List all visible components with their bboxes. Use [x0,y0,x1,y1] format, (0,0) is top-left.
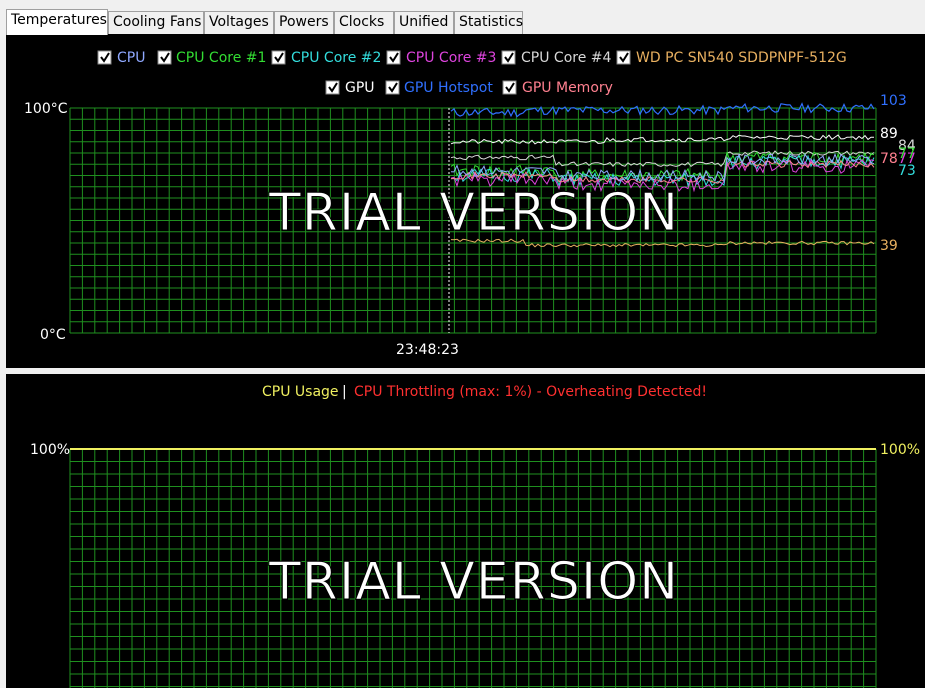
end-value-ssd: 39 [880,238,898,254]
series-gpu [450,134,875,145]
legend-item-gpu-hotspot[interactable]: GPU Hotspot [385,80,493,96]
legend-item-cpu-core-2[interactable]: CPU Core #2 [271,50,381,66]
legend-label-gpu-hotspot: GPU Hotspot [404,80,493,96]
legend-label-cpu-core-4: CPU Core #4 [521,50,611,66]
legend-separator: | [342,384,347,400]
trial-watermark: TRIAL VERSION [268,183,679,243]
trial-watermark: TRIAL VERSION [268,552,679,612]
legend-item-cpu-core-1[interactable]: CPU Core #1 [157,50,266,66]
tab-statistics[interactable]: Statistics [454,11,523,34]
legend-cpu-usage: CPU Usage [262,384,339,400]
legend-label-cpu-core-3: CPU Core #3 [406,50,496,66]
legend-item-cpu[interactable]: CPU [97,50,145,66]
legend-label-cpu-core-1: CPU Core #1 [176,50,266,66]
y-axis-min-label: 0°C [40,327,66,343]
legend-label-cpu: CPU [117,50,145,66]
tab-content: CPU CPU Core #1 CPU Core #2 CPU Core #3 [6,34,925,688]
temperature-chart-panel: CPU CPU Core #1 CPU Core #2 CPU Core #3 [6,34,925,368]
end-value-cpu-core-2: 73 [898,163,916,179]
tab-voltages[interactable]: Voltages [204,11,274,34]
tab-unified[interactable]: Unified [394,11,454,34]
end-value-gpu-memory: 78 [880,151,898,167]
tab-powers[interactable]: Powers [274,11,334,34]
end-value-gpu-hotspot: 103 [880,93,907,109]
legend-label-gpu: GPU [345,80,375,96]
usage-right-max-label: 100% [880,442,920,458]
usage-chart-panel: CPU Usage | CPU Throttling (max: 1%) - O… [6,374,925,688]
legend-cpu-throttling: CPU Throttling (max: 1%) - Overheating D… [354,384,707,400]
end-value-gpu: 89 [880,126,898,142]
temperature-chart: CPU CPU Core #1 CPU Core #2 CPU Core #3 [24,50,916,358]
legend-item-ssd[interactable]: WD PC SN540 SDDPNPF-512G [616,50,847,66]
tab-clocks[interactable]: Clocks [334,11,394,34]
end-value-cpu-core-1: 77 [898,146,916,162]
legend-item-cpu-core-4[interactable]: CPU Core #4 [501,50,611,66]
legend-item-cpu-core-3[interactable]: CPU Core #3 [386,50,496,66]
tab-cooling-fans[interactable]: Cooling Fans [108,11,204,34]
usage-y-max-label: 100% [30,442,70,458]
y-axis-max-label: 100°C [24,101,68,117]
legend-item-gpu[interactable]: GPU [325,80,375,96]
tab-bar: Temperatures Cooling Fans Voltages Power… [0,0,925,35]
legend-label-gpu-memory: GPU Memory [522,80,613,96]
series-gpu-hotspot [450,102,875,118]
usage-chart: CPU Usage | CPU Throttling (max: 1%) - O… [30,384,920,688]
tab-temperatures[interactable]: Temperatures [6,9,108,35]
legend-item-gpu-memory[interactable]: GPU Memory [502,80,613,96]
legend-label-ssd: WD PC SN540 SDDPNPF-512G [636,50,847,66]
time-axis-label: 23:48:23 [396,342,459,358]
legend-label-cpu-core-2: CPU Core #2 [291,50,381,66]
